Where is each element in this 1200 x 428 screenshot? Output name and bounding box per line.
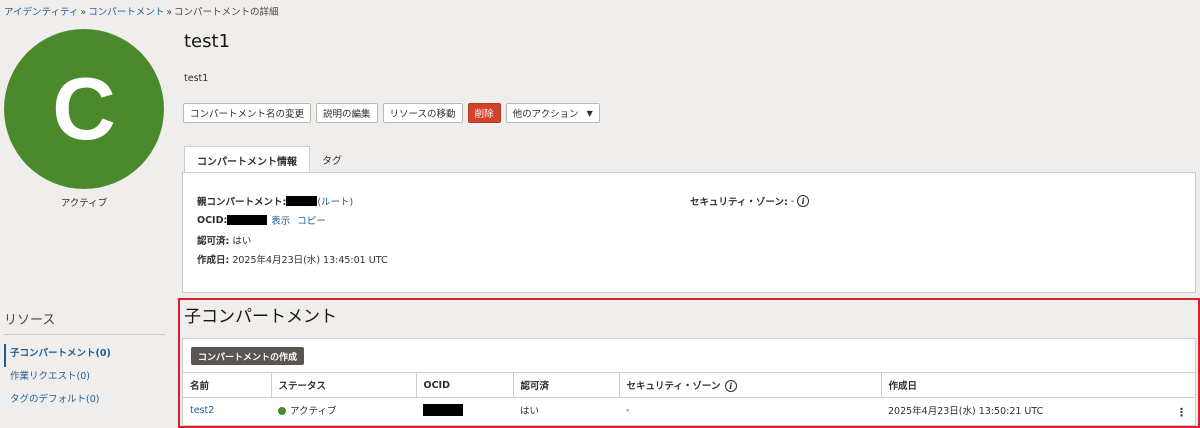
breadcrumb-compartments[interactable]: コンパートメント [88,7,164,18]
resources-list: 子コンパートメント(0) 作業リクエスト(0) タグのデフォルト(0) [4,344,165,413]
column-security-zone[interactable]: セキュリティ・ゾーン i [618,372,881,398]
resources-divider [4,334,165,335]
create-compartment-button[interactable]: コンパートメントの作成 [191,347,305,365]
compartment-name-link[interactable]: test2 [190,405,214,416]
details-tabs: コンパートメント情報 タグ [184,146,354,173]
security-zone-row: セキュリティ・ゾーン: - i [690,194,810,208]
table-header-row: 名前 ステータス OCID 認可済 セキュリティ・ゾーン i 作成日 [183,372,1195,398]
breadcrumb-current: コンパートメントの詳細 [174,7,279,18]
more-actions-label: 他のアクション [512,109,579,120]
child-compartments-panel: コンパートメントの作成 名前 ステータス OCID 認可済 セキュリティ・ゾーン… [182,338,1196,426]
security-zone-cell: - [626,404,630,416]
child-compartments-table: 名前 ステータス OCID 認可済 セキュリティ・ゾーン i 作成日 test2… [183,372,1195,423]
redacted-block [286,196,318,206]
ocid-label: OCID: [197,214,228,226]
row-actions-kebab-icon[interactable]: ⋮ [1176,406,1187,419]
page-description: test1 [184,73,209,84]
compartment-info-panel: 親コンパートメント: (ルート) OCID: 表示 コピー 認可済: はい 作成… [182,172,1196,293]
column-created[interactable]: 作成日 [880,372,1195,398]
tab-compartment-info[interactable]: コンパートメント情報 [184,146,310,173]
edit-description-button[interactable]: 説明の編集 [316,103,378,123]
created-value: 2025年4月23日(水) 13:45:01 UTC [232,255,388,266]
child-compartments-title: 子コンパートメント [184,307,337,327]
security-zone-label: セキュリティ・ゾーン: [690,197,788,208]
ocid-show-link[interactable]: 表示 [271,213,290,227]
authorized-cell: はい [520,406,540,418]
sidebar-item-work-requests[interactable]: 作業リクエスト(0) [4,367,165,390]
resources-title: リソース [4,313,56,328]
column-ocid[interactable]: OCID [415,372,513,398]
created-cell: 2025年4月23日(水) 13:50:21 UTC [888,406,1044,418]
table-row: test2 アクティブ はい - 2025年4月23日(水) 13:50:21 … [183,398,1195,423]
breadcrumb: アイデンティティ» コンパートメント» コンパートメントの詳細 [4,7,279,18]
ocid-copy-link[interactable]: コピー [297,213,326,227]
info-icon[interactable]: i [797,195,810,207]
sidebar-item-tag-defaults[interactable]: タグのデフォルト(0) [4,390,165,413]
redacted-block [423,404,463,417]
column-authorized[interactable]: 認可済 [512,372,619,398]
authorized-label: 認可済: [197,236,230,247]
column-name[interactable]: 名前 [183,372,271,398]
created-row: 作成日: 2025年4月23日(水) 13:45:01 UTC [197,252,388,266]
delete-button[interactable]: 削除 [467,103,501,123]
ocid-row: OCID: 表示 コピー [197,213,326,228]
tab-tags[interactable]: タグ [310,146,354,172]
page-title: test1 [184,31,231,52]
action-toolbar: コンパートメント名の変更 説明の編集 リソースの移動 削除 他のアクション ▼ [183,103,600,123]
breadcrumb-identity[interactable]: アイデンティティ [4,7,78,18]
authorized-value: はい [232,236,252,247]
sidebar-item-child-compartments[interactable]: 子コンパートメント(0) [4,344,165,367]
redacted-block [227,215,268,225]
status-text: アクティブ [290,406,337,418]
status-active-icon [278,407,286,416]
security-zone-value: - [790,195,795,207]
rename-button[interactable]: コンパートメント名の変更 [183,103,312,123]
authorized-row: 認可済: はい [197,233,251,247]
column-status[interactable]: ステータス [270,372,416,398]
avatar-status: アクティブ [60,198,108,209]
more-actions-button[interactable]: 他のアクション ▼ [505,103,600,123]
compartment-avatar: C [4,29,164,189]
parent-compartment-row: 親コンパートメント: (ルート) [197,194,353,208]
info-icon[interactable]: i [724,380,737,392]
move-resource-button[interactable]: リソースの移動 [382,103,463,123]
created-label: 作成日: [197,255,230,266]
caret-down-icon: ▼ [586,108,593,118]
parent-compartment-label: 親コンパートメント: [197,197,287,208]
parent-root-link[interactable]: (ルート) [317,194,353,208]
